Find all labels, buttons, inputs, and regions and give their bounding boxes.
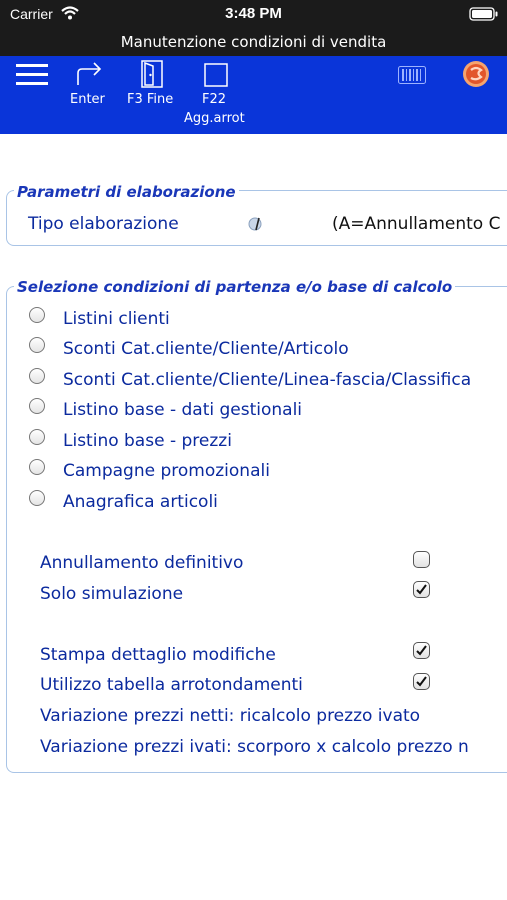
logo-icon[interactable] [462,60,490,92]
annullamento-checkbox[interactable] [413,551,430,568]
radio-campagne-promozionali[interactable] [29,459,45,475]
option-label: Campagne promozionali [63,461,270,481]
menu-icon[interactable] [16,64,48,90]
stampa-label: Stampa dettaglio modifiche [40,645,276,665]
annullamento-label: Annullamento definitivo [40,553,244,573]
door-icon [140,60,164,92]
params-group-title: Parametri di elaborazione [14,183,239,201]
option-label: Sconti Cat.cliente/Cliente/Articolo [63,339,349,359]
radio-listino-base-prezzi[interactable] [29,429,45,445]
edit-pencil-icon[interactable] [248,216,264,236]
tipo-elaborazione-value: (A=Annullamento C [332,214,501,234]
selection-group [6,286,507,773]
square-icon [204,63,228,91]
window-title: Manutenzione condizioni di vendita [0,28,507,56]
check-icon [416,676,427,687]
selection-group-title: Selezione condizioni di partenza e/o bas… [14,278,456,296]
f22-button[interactable]: F22 Agg.arrot [180,56,252,134]
radio-listini-clienti[interactable] [29,307,45,323]
radio-sconti-articolo[interactable] [29,337,45,353]
toolbar: Enter F3 Fine F22 Agg.arrot [0,56,507,134]
tabella-label: Utilizzo tabella arrotondamenti [40,675,303,695]
radio-listino-base-gestionali[interactable] [29,398,45,414]
simulazione-label: Solo simulazione [40,584,184,604]
tabella-checkbox[interactable] [413,673,430,690]
f22-sublabel: Agg.arrot [184,111,245,126]
option-label: Listini clienti [63,309,170,329]
option-label: Sconti Cat.cliente/Cliente/Linea-fascia/… [63,370,472,390]
clock: 3:48 PM [225,5,282,22]
var-ivati-label: Variazione prezzi ivati: scorporo x calc… [40,737,469,757]
enter-icon [74,61,104,91]
check-icon [416,645,427,656]
barcode-icon[interactable] [398,66,426,88]
radio-sconti-linea-fascia[interactable] [29,368,45,384]
status-bar: Carrier 3:48 PM [0,0,507,28]
f22-label: F22 [202,92,227,107]
check-icon [416,584,427,595]
tipo-elaborazione-label: Tipo elaborazione [28,214,179,234]
option-label: Anagrafica articoli [63,492,218,512]
option-label: Listino base - prezzi [63,431,232,451]
radio-anagrafica-articoli[interactable] [29,490,45,506]
var-netti-label: Variazione prezzi netti: ricalcolo prezz… [40,706,421,726]
enter-label: Enter [70,92,105,107]
f3-exit-button[interactable]: F3 Fine [122,56,184,134]
stampa-checkbox[interactable] [413,642,430,659]
f3-label: F3 Fine [127,92,174,107]
battery-icon [469,6,499,25]
main-content: Parametri di elaborazione Tipo elaborazi… [0,134,507,900]
option-label: Listino base - dati gestionali [63,400,303,420]
simulazione-checkbox[interactable] [413,581,430,598]
enter-button[interactable]: Enter [64,56,114,134]
